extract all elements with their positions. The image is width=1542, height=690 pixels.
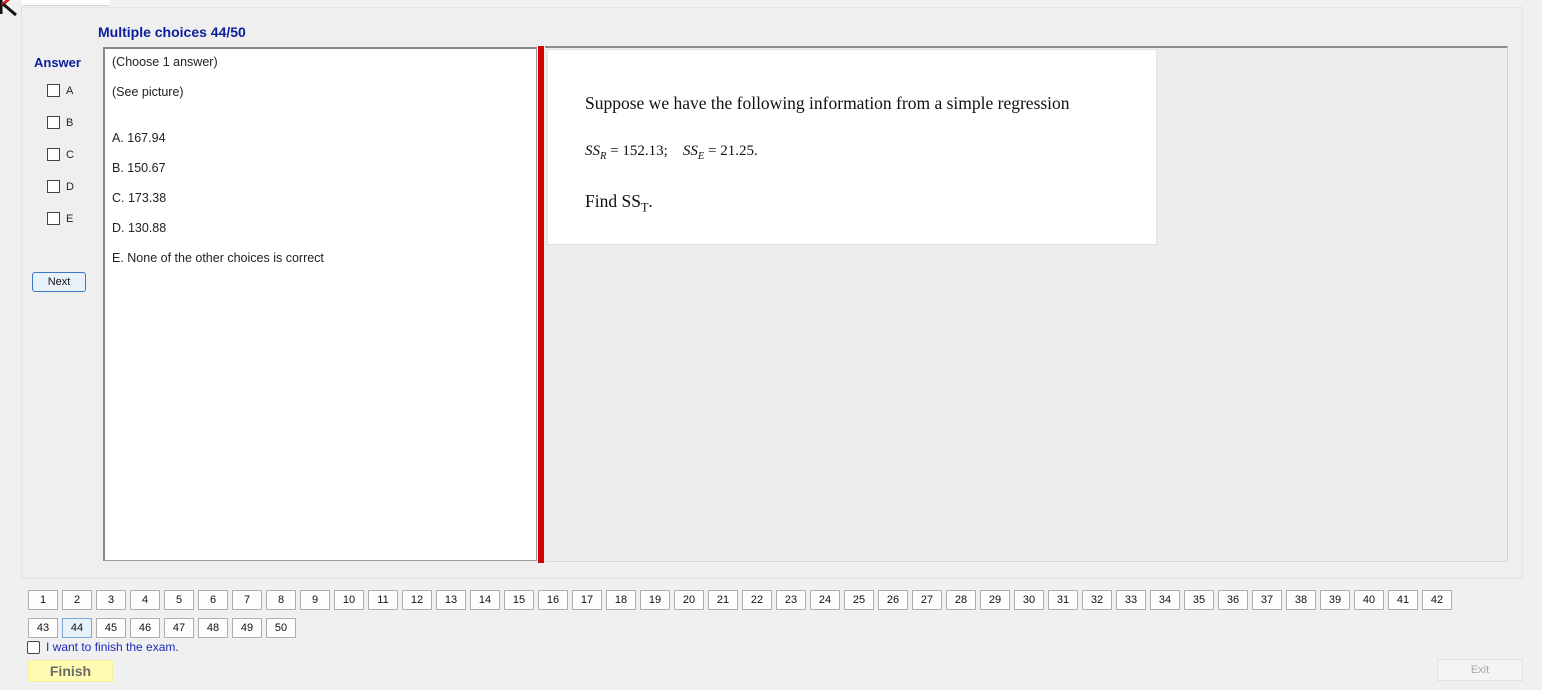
question-nav-button-45[interactable]: 45 (96, 618, 126, 638)
question-nav-button-7[interactable]: 7 (232, 590, 262, 610)
answer-option-c[interactable]: C (47, 148, 74, 161)
answer-option-e[interactable]: E (47, 212, 73, 225)
answer-option-b[interactable]: B (47, 116, 73, 129)
question-nav-button-6[interactable]: 6 (198, 590, 228, 610)
question-nav-button-31[interactable]: 31 (1048, 590, 1078, 610)
ssr-symbol: SS (585, 143, 600, 159)
answer-option-a[interactable]: A (47, 84, 73, 97)
question-nav-button-36[interactable]: 36 (1218, 590, 1248, 610)
question-nav-button-25[interactable]: 25 (844, 590, 874, 610)
question-nav-button-24[interactable]: 24 (810, 590, 840, 610)
choose-instruction: (Choose 1 answer) (112, 55, 218, 69)
question-image: Suppose we have the following informatio… (547, 49, 1157, 245)
checkbox-b[interactable] (47, 116, 60, 129)
question-nav-button-19[interactable]: 19 (640, 590, 670, 610)
question-nav-button-33[interactable]: 33 (1116, 590, 1146, 610)
question-nav-button-49[interactable]: 49 (232, 618, 262, 638)
question-nav-button-3[interactable]: 3 (96, 590, 126, 610)
ssr-subscript: R (600, 151, 607, 162)
question-nav-button-32[interactable]: 32 (1082, 590, 1112, 610)
question-nav-button-15[interactable]: 15 (504, 590, 534, 610)
checkbox-c[interactable] (47, 148, 60, 161)
question-nav-button-18[interactable]: 18 (606, 590, 636, 610)
choices-panel: (Choose 1 answer) (See picture) A. 167.9… (103, 47, 537, 561)
sse-symbol: SS (682, 143, 698, 159)
panel-splitter[interactable] (538, 46, 544, 563)
question-nav-button-5[interactable]: 5 (164, 590, 194, 610)
question-nav-row-1: 1 2 3 4 5 6 7 8 9 10 11 12 13 14 15 16 17 18 19 20 21 22 23 24 2… (28, 590, 1452, 610)
choice-c: C. 173.38 (112, 191, 167, 205)
question-nav-button-1[interactable]: 1 (28, 590, 58, 610)
checkbox-e[interactable] (47, 212, 60, 225)
question-nav-button-14[interactable]: 14 (470, 590, 500, 610)
question-nav-button-46[interactable]: 46 (130, 618, 160, 638)
sse-subscript: E (697, 151, 705, 162)
question-nav-button-11[interactable]: 11 (368, 590, 398, 610)
question-nav-button-10[interactable]: 10 (334, 590, 364, 610)
question-nav-button-44[interactable]: 44 (62, 618, 92, 638)
question-nav-button-50[interactable]: 50 (266, 618, 296, 638)
question-nav-button-9[interactable]: 9 (300, 590, 330, 610)
question-nav-button-12[interactable]: 12 (402, 590, 432, 610)
question-nav-button-16[interactable]: 16 (538, 590, 568, 610)
option-label: A (66, 84, 74, 97)
question-nav-button-41[interactable]: 41 (1388, 590, 1418, 610)
question-nav-button-40[interactable]: 40 (1354, 590, 1384, 610)
question-nav-button-35[interactable]: 35 (1184, 590, 1214, 610)
question-nav-button-42[interactable]: 42 (1422, 590, 1452, 610)
find-suffix: . (648, 191, 653, 211)
question-nav-button-26[interactable]: 26 (878, 590, 908, 610)
question-nav-button-13[interactable]: 13 (436, 590, 466, 610)
see-picture-note: (See picture) (112, 85, 184, 99)
sse-value: = 21.25. (707, 143, 758, 159)
choice-e: E. None of the other choices is correct (112, 251, 324, 265)
question-nav-button-43[interactable]: 43 (28, 618, 58, 638)
find-prefix: Find SS (585, 191, 641, 211)
answer-label: Answer (34, 55, 81, 70)
choice-d: D. 130.88 (112, 221, 167, 235)
question-nav-button-17[interactable]: 17 (572, 590, 602, 610)
question-nav-button-39[interactable]: 39 (1320, 590, 1350, 610)
question-nav-button-20[interactable]: 20 (674, 590, 704, 610)
ssr-value: = 152.13; (610, 143, 668, 159)
question-nav-button-30[interactable]: 30 (1014, 590, 1044, 610)
option-label: B (66, 116, 74, 129)
question-nav-button-8[interactable]: 8 (266, 590, 296, 610)
option-label: C (66, 148, 74, 161)
finish-confirm[interactable]: I want to finish the exam. (27, 640, 179, 654)
finish-confirm-checkbox[interactable] (27, 640, 40, 654)
question-nav-button-4[interactable]: 4 (130, 590, 160, 610)
choice-a: A. 167.94 (112, 131, 166, 145)
question-nav-button-38[interactable]: 38 (1286, 590, 1316, 610)
top-tab[interactable] (22, 0, 110, 6)
option-label: E (66, 212, 74, 225)
question-nav-button-48[interactable]: 48 (198, 618, 228, 638)
checkbox-d[interactable] (47, 180, 60, 193)
checkbox-a[interactable] (47, 84, 60, 97)
question-text: Suppose we have the following informatio… (585, 93, 1070, 113)
next-button[interactable]: Next (32, 272, 86, 292)
question-nav-button-21[interactable]: 21 (708, 590, 738, 610)
question-nav-button-34[interactable]: 34 (1150, 590, 1180, 610)
question-nav-button-22[interactable]: 22 (742, 590, 772, 610)
finish-button[interactable]: Finish (28, 660, 113, 682)
question-nav-button-27[interactable]: 27 (912, 590, 942, 610)
finish-confirm-label: I want to finish the exam. (46, 640, 179, 654)
question-nav-button-29[interactable]: 29 (980, 590, 1010, 610)
question-formula: SSR = 152.13; SSE = 21.25. (585, 143, 758, 162)
exit-button[interactable]: Exit (1437, 659, 1523, 681)
app-logo-icon (0, 0, 22, 16)
question-title: Multiple choices 44/50 (98, 24, 246, 40)
question-nav-button-28[interactable]: 28 (946, 590, 976, 610)
question-nav-button-47[interactable]: 47 (164, 618, 194, 638)
question-nav-button-37[interactable]: 37 (1252, 590, 1282, 610)
question-nav-row-2: 43 44 45 46 47 48 49 50 (28, 618, 296, 638)
choice-b: B. 150.67 (112, 161, 166, 175)
question-ask: Find SST. (585, 191, 653, 216)
question-nav-button-23[interactable]: 23 (776, 590, 806, 610)
option-label: D (66, 180, 74, 193)
answer-option-d[interactable]: D (47, 180, 74, 193)
question-nav-button-2[interactable]: 2 (62, 590, 92, 610)
